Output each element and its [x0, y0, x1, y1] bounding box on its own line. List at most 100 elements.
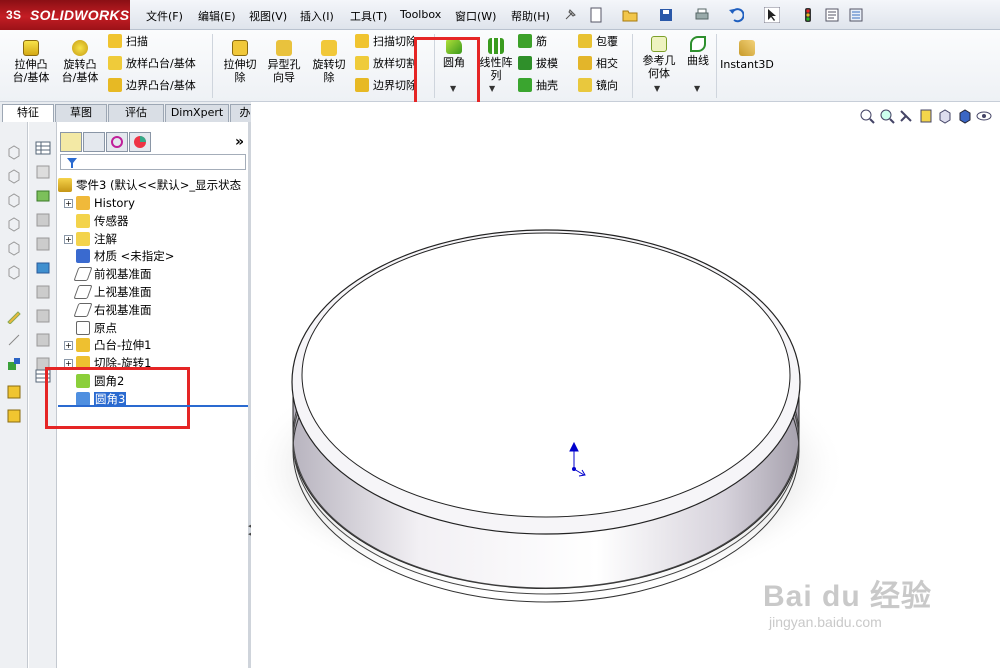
menu-file[interactable]: 文件(F) [146, 8, 183, 24]
rollback-bar[interactable] [58, 405, 248, 407]
hole-wizard-button[interactable]: 异型孔 向导 [264, 40, 304, 84]
feature-grey-icon[interactable] [35, 284, 51, 300]
table-icon[interactable] [35, 140, 51, 156]
feature-grey-icon[interactable] [35, 212, 51, 228]
feature-list-icon[interactable] [35, 164, 51, 180]
tab-sketch[interactable]: 草图 [55, 104, 107, 122]
tree-filter-input[interactable] [60, 154, 246, 170]
cube-view-icon[interactable] [6, 240, 22, 256]
shell-button[interactable]: 抽壳 [518, 78, 558, 94]
boundary-cut-button[interactable]: 边界切除 [355, 78, 417, 94]
rib-button[interactable]: 筋 [518, 34, 547, 50]
revolve-cut-icon [321, 40, 337, 56]
expand-plus-icon[interactable]: + [64, 199, 73, 208]
watermark-url: jingyan.baidu.com [769, 614, 882, 630]
tree-item[interactable]: 右视基准面 [64, 302, 152, 319]
curves-button[interactable]: 曲线 [684, 36, 712, 67]
cube-view-icon[interactable] [6, 216, 22, 232]
feature-manager-tab-icon[interactable] [60, 132, 82, 152]
graphics-area[interactable]: Bai du 经验 jingyan.baidu.com [251, 102, 1000, 668]
select-cursor-icon[interactable] [764, 7, 780, 23]
feature-grey-icon[interactable] [35, 308, 51, 324]
options-icon[interactable] [848, 7, 864, 23]
expand-plus-icon[interactable]: + [64, 341, 73, 351]
display-manager-tab-icon[interactable] [129, 132, 151, 152]
loft-cut-icon [355, 56, 369, 70]
revolve-boss-button[interactable]: 旋转凸 台/基体 [58, 40, 102, 84]
tree-item[interactable]: 传感器 [64, 213, 129, 230]
menu-edit[interactable]: 编辑(E) [198, 8, 236, 24]
intersect-button[interactable]: 相交 [578, 56, 618, 72]
loft-boss-button[interactable]: 放样凸台/基体 [108, 56, 196, 72]
expand-plus-icon[interactable]: + [64, 234, 73, 244]
feature-yellow-icon[interactable] [6, 408, 22, 424]
tab-features[interactable]: 特征 [2, 104, 54, 123]
wrap-button[interactable]: 包覆 [578, 34, 618, 50]
menu-tools[interactable]: 工具(T) [350, 8, 387, 24]
feature-grey-icon[interactable] [35, 236, 51, 252]
menu-insert[interactable]: 插入(I) [300, 8, 334, 24]
undo-icon[interactable] [728, 7, 744, 23]
extrude-boss-button[interactable]: 拉伸凸 台/基体 [10, 40, 52, 84]
reference-geometry-button[interactable]: 参考几 何体 [638, 36, 680, 80]
print-icon[interactable] [694, 7, 710, 23]
configuration-manager-tab-icon[interactable] [106, 132, 128, 152]
extrude-cut-icon [232, 40, 248, 56]
menu-toolbox[interactable]: Toolbox [400, 8, 441, 21]
shell-label: 抽壳 [536, 79, 558, 92]
material-icon [76, 249, 90, 264]
pin-icon[interactable] [562, 7, 578, 23]
mirror-button[interactable]: 镜向 [578, 78, 618, 94]
save-icon[interactable] [658, 7, 674, 23]
smart-dimension-icon[interactable] [6, 332, 22, 348]
tree-item[interactable]: + 凸台-拉伸1 [64, 337, 151, 354]
solidworks-logo[interactable]: 3S SOLIDWORKS [0, 0, 130, 30]
feature-yellow-icon[interactable] [6, 384, 22, 400]
menu-help[interactable]: 帮助(H) [511, 8, 550, 24]
cube-view-icon[interactable] [6, 192, 22, 208]
tree-item[interactable]: 上视基准面 [64, 284, 152, 301]
tab-evaluate[interactable]: 评估 [108, 104, 164, 122]
part-icon [58, 178, 72, 192]
open-folder-icon[interactable] [622, 7, 638, 23]
tree-root-part[interactable]: 零件3 (默认<<默认>_显示状态 [58, 177, 241, 194]
tree-item[interactable]: 原点 [64, 320, 117, 337]
menu-window[interactable]: 窗口(W) [455, 8, 496, 24]
sweep-button[interactable]: 扫描 [108, 34, 148, 50]
curves-dropdown-icon[interactable]: ▼ [694, 84, 700, 93]
cube-view-icon[interactable] [6, 168, 22, 184]
linear-pattern-button[interactable]: 线性阵 列 [478, 38, 514, 82]
feature-green-icon[interactable] [35, 260, 51, 276]
feature-grey-icon[interactable] [35, 332, 51, 348]
draft-button[interactable]: 拔模 [518, 56, 558, 72]
rebuild-traffic-light-icon[interactable] [800, 7, 816, 23]
sketch-pencil-icon[interactable] [6, 308, 22, 324]
cube-view-icon[interactable] [6, 264, 22, 280]
boundary-boss-button[interactable]: 边界凸台/基体 [108, 78, 196, 94]
menu-view[interactable]: 视图(V) [249, 8, 287, 24]
tab-dimxpert[interactable]: DimXpert [165, 104, 229, 122]
tree-item[interactable]: + 注解 [64, 231, 117, 248]
tree-item[interactable]: 材质 <未指定> [64, 248, 174, 265]
instant3d-label: Instant3D [720, 58, 774, 71]
feature-green-icon[interactable] [35, 188, 51, 204]
relations-icon[interactable] [6, 356, 22, 372]
sweep-cut-button[interactable]: 扫描切除 [355, 34, 417, 50]
new-document-icon[interactable] [588, 7, 604, 23]
loft-cut-button[interactable]: 放样切割 [355, 56, 417, 72]
extrude-cut-button[interactable]: 拉伸切 除 [220, 40, 260, 84]
property-manager-tab-icon[interactable] [83, 132, 105, 152]
file-properties-icon[interactable] [824, 7, 840, 23]
reference-geometry-dropdown-icon[interactable]: ▼ [654, 84, 660, 93]
instant3d-button[interactable]: Instant3D [720, 40, 774, 71]
boundary-cut-icon [355, 78, 369, 92]
expand-panel-icon[interactable]: » [235, 134, 244, 150]
plane-icon [73, 285, 93, 299]
tree-item[interactable]: 前视基准面 [64, 266, 152, 283]
tree-item[interactable]: + History [64, 195, 135, 212]
cube-view-icon[interactable] [6, 144, 22, 160]
sensor-icon [76, 213, 90, 228]
pattern-dropdown-icon[interactable]: ▼ [489, 84, 495, 93]
revolve-cut-button[interactable]: 旋转切 除 [308, 40, 350, 84]
